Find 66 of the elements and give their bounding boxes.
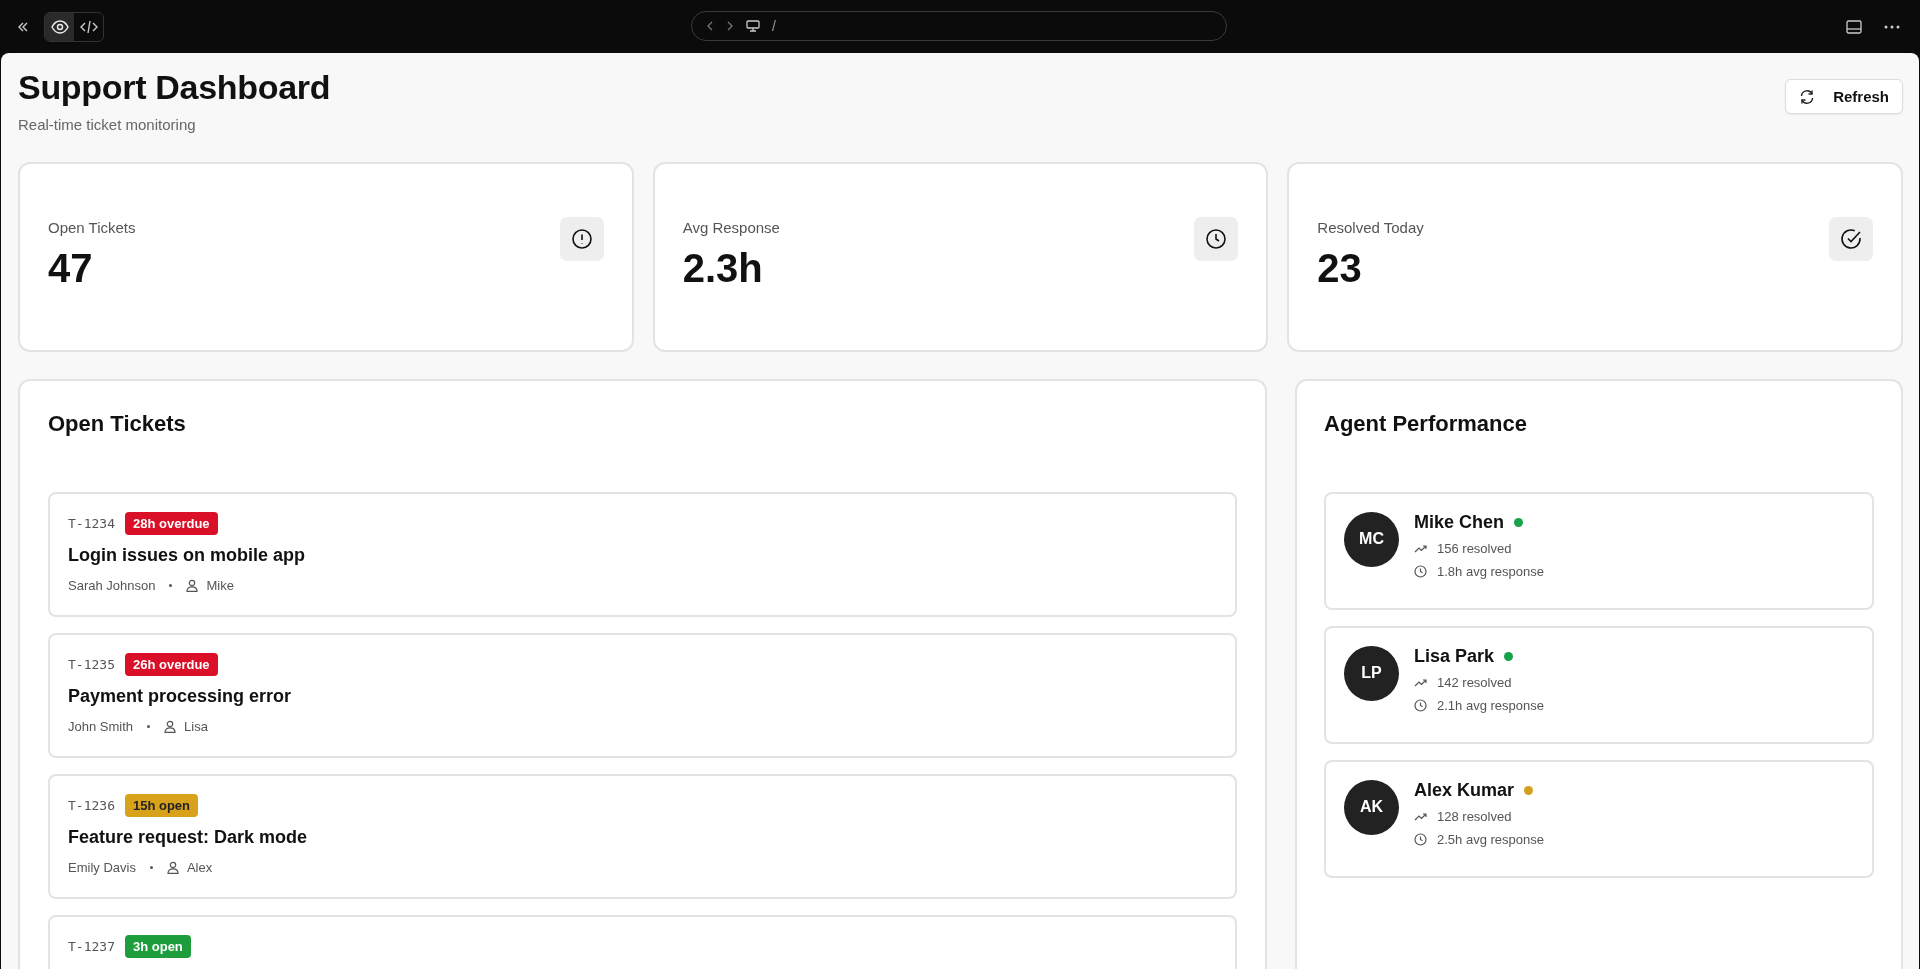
preview-toggle[interactable] bbox=[45, 12, 74, 41]
agent-name: Alex Kumar bbox=[1414, 779, 1515, 801]
resolved-count: 142 resolved bbox=[1437, 674, 1512, 690]
stat-value: 23 bbox=[1317, 245, 1363, 291]
ticket-title: Payment processing error bbox=[68, 685, 293, 707]
page-subtitle: Real-time ticket monitoring bbox=[18, 115, 197, 133]
eye-icon bbox=[50, 19, 69, 34]
resolved-count: 156 resolved bbox=[1437, 540, 1512, 556]
monitor-icon bbox=[746, 20, 760, 32]
stat-label: Open Tickets bbox=[48, 218, 136, 236]
age-badge: 28h overdue bbox=[124, 511, 218, 535]
user-icon bbox=[166, 860, 179, 874]
stat-value: 47 bbox=[48, 245, 94, 291]
back-icon bbox=[706, 21, 714, 31]
stat-value: 2.3h bbox=[682, 245, 764, 291]
age-badge: 15h open bbox=[124, 793, 199, 817]
ticket-card[interactable]: T-1237 3h open bbox=[48, 914, 1237, 969]
ticket-title: Feature request: Dark mode bbox=[68, 826, 309, 848]
user-icon bbox=[164, 719, 177, 733]
assignee-name: Alex bbox=[186, 859, 213, 875]
resolved-count: 128 resolved bbox=[1437, 808, 1512, 824]
code-icon bbox=[79, 19, 98, 34]
ticket-id: T-1234 bbox=[68, 515, 115, 531]
avg-response: 1.8h avg response bbox=[1437, 563, 1544, 579]
clock-icon bbox=[1205, 227, 1228, 250]
panel-title: Agent Performance bbox=[1324, 410, 1528, 437]
refresh-button[interactable]: Refresh bbox=[1785, 79, 1903, 114]
agent-avatar: MC bbox=[1344, 511, 1399, 567]
page-title: Support Dashboard bbox=[18, 67, 331, 108]
trend-icon bbox=[1414, 811, 1427, 821]
ticket-title: Login issues on mobile app bbox=[68, 544, 307, 566]
ticket-card[interactable]: T-1236 15h open Feature request: Dark mode Emily Davis Alex bbox=[48, 773, 1237, 899]
avg-response: 2.1h avg response bbox=[1437, 697, 1544, 713]
user-icon bbox=[186, 578, 199, 592]
assignee-name: Lisa bbox=[184, 718, 208, 734]
customer-name: Emily Davis bbox=[68, 859, 136, 875]
clock-icon bbox=[1414, 698, 1427, 712]
ticket-id: T-1235 bbox=[68, 656, 115, 672]
age-badge: 3h open bbox=[124, 934, 191, 958]
panel-title: Open Tickets bbox=[48, 410, 187, 437]
check-circle-icon bbox=[1840, 227, 1862, 250]
age-badge: 26h overdue bbox=[124, 652, 218, 676]
agent-name: Lisa Park bbox=[1414, 645, 1495, 667]
ticket-card[interactable]: T-1234 28h overdue Login issues on mobile app Sarah Johnson Mike bbox=[48, 491, 1237, 617]
ticket-id: T-1236 bbox=[68, 797, 115, 813]
assignee-name: Mike bbox=[206, 577, 234, 593]
agent-avatar: LP bbox=[1344, 645, 1399, 701]
forward-icon bbox=[726, 21, 734, 31]
trend-icon bbox=[1414, 677, 1427, 687]
more-icon[interactable] bbox=[1884, 24, 1900, 29]
clock-icon bbox=[1414, 832, 1427, 846]
agent-avatar: AK bbox=[1344, 779, 1399, 835]
alert-icon bbox=[570, 227, 593, 250]
ticket-card[interactable]: T-1235 26h overdue Payment processing error John Smith Lisa bbox=[48, 632, 1237, 758]
customer-name: Sarah Johnson bbox=[68, 577, 156, 593]
avg-response: 2.5h avg response bbox=[1437, 831, 1544, 847]
ticket-id: T-1237 bbox=[68, 938, 115, 954]
url-text: / bbox=[772, 18, 776, 34]
agent-name: Mike Chen bbox=[1414, 511, 1505, 533]
stat-label: Resolved Today bbox=[1317, 218, 1424, 236]
customer-name: John Smith bbox=[68, 718, 134, 734]
refresh-icon bbox=[1799, 88, 1816, 105]
stat-label: Avg Response bbox=[682, 218, 780, 236]
trend-icon bbox=[1414, 543, 1427, 553]
panel-icon[interactable] bbox=[1846, 19, 1862, 34]
clock-icon bbox=[1414, 564, 1427, 578]
